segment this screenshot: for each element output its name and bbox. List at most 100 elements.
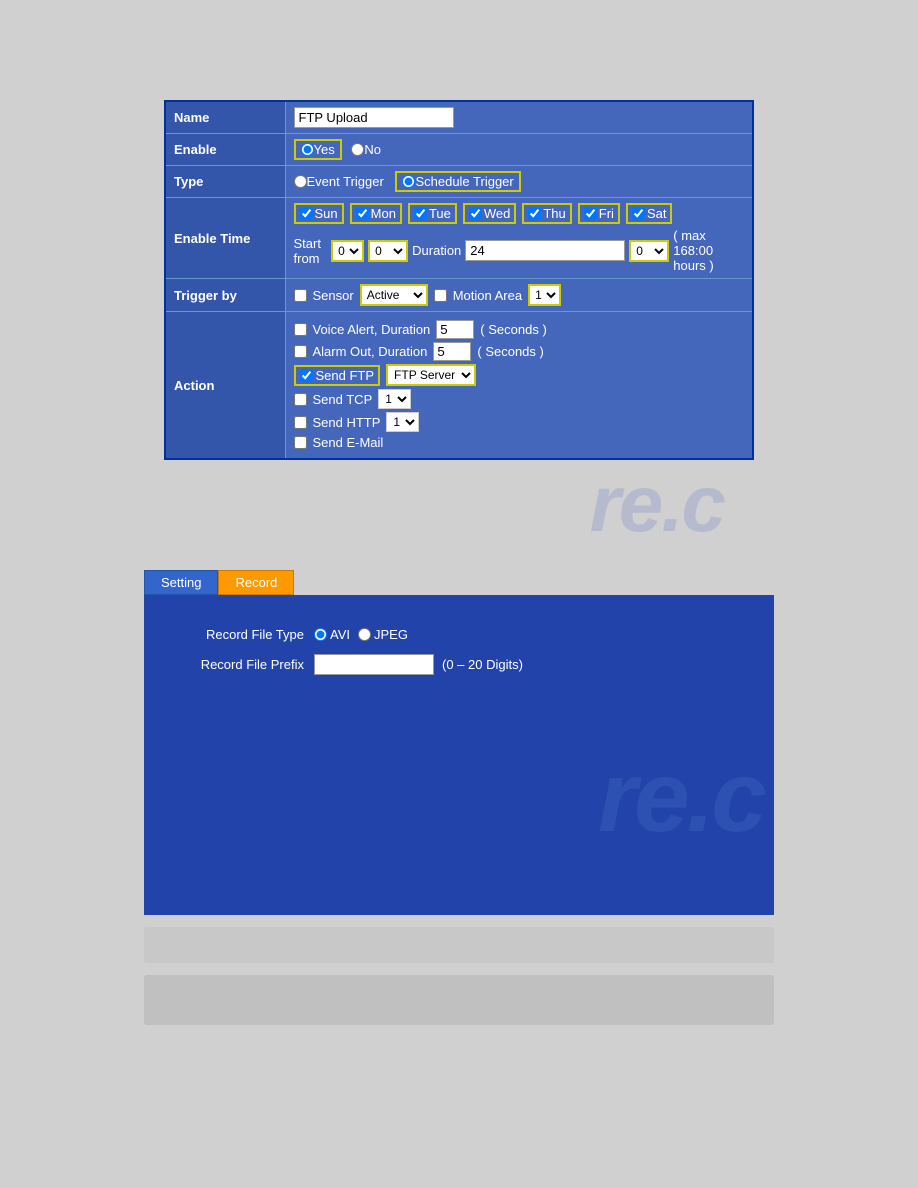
schedule-trigger-label: Schedule Trigger: [415, 174, 513, 189]
send-tcp-row: Send TCP 1: [294, 389, 745, 409]
tab-setting[interactable]: Setting: [144, 570, 218, 595]
voice-duration-input[interactable]: [436, 320, 474, 339]
send-email-checkbox[interactable]: [294, 436, 307, 449]
tcp-select[interactable]: 1: [378, 389, 411, 409]
alarm-out-checkbox[interactable]: [294, 345, 307, 358]
start-from-label: Start from: [294, 236, 328, 266]
send-ftp-label: Send FTP: [316, 368, 375, 383]
jpeg-option[interactable]: JPEG: [358, 627, 408, 642]
gray-bar-2: [144, 975, 774, 1025]
tab-content: Record File Type AVI JPEG Record File Pr…: [144, 595, 774, 915]
enable-time-value-cell: Sun Mon Tue Wed Thu: [285, 198, 753, 279]
send-http-row: Send HTTP 1: [294, 412, 745, 432]
name-value-cell: [285, 101, 753, 134]
http-select[interactable]: 1: [386, 412, 419, 432]
type-value-cell: Event Trigger Schedule Trigger: [285, 166, 753, 198]
no-option[interactable]: No: [351, 142, 381, 157]
motion-area-text-label: Motion Area: [453, 288, 522, 303]
voice-alert-checkbox[interactable]: [294, 323, 307, 336]
duration-hours-input[interactable]: [465, 240, 625, 261]
gray-bar-1: [144, 927, 774, 963]
motion-area-checkbox[interactable]: [434, 289, 447, 302]
fri-checkbox[interactable]: [584, 207, 597, 220]
send-ftp-checkbox[interactable]: [300, 369, 313, 382]
event-trigger-option[interactable]: Event Trigger: [294, 174, 384, 189]
days-row: Sun Mon Tue Wed Thu: [294, 203, 745, 224]
send-tcp-checkbox[interactable]: [294, 393, 307, 406]
day-fri[interactable]: Fri: [578, 203, 620, 224]
sat-checkbox[interactable]: [632, 207, 645, 220]
max-label: ( max 168:00 hours ): [673, 228, 744, 273]
action-row: Action Voice Alert, Duration ( Seconds )…: [165, 312, 753, 460]
avi-label: AVI: [330, 627, 350, 642]
voice-alert-label: Voice Alert, Duration: [313, 322, 431, 337]
ftp-server-select[interactable]: FTP Server: [386, 364, 476, 386]
schedule-trigger-radio[interactable]: [402, 175, 415, 188]
day-sat[interactable]: Sat: [626, 203, 673, 224]
enable-label: Enable: [165, 134, 285, 166]
schedule-trigger-option[interactable]: Schedule Trigger: [395, 171, 520, 192]
tab-record[interactable]: Record: [218, 570, 294, 595]
day-wed[interactable]: Wed: [463, 203, 517, 224]
enable-row: Enable Yes No: [165, 134, 753, 166]
sensor-select[interactable]: Active Inactive: [360, 284, 428, 306]
jpeg-label: JPEG: [374, 627, 408, 642]
thu-checkbox[interactable]: [528, 207, 541, 220]
day-thu[interactable]: Thu: [522, 203, 571, 224]
sensor-text-label: Sensor: [313, 288, 354, 303]
wed-label: Wed: [484, 206, 511, 221]
trigger-row: Trigger by Sensor Active Inactive Motion…: [165, 279, 753, 312]
jpeg-radio[interactable]: [358, 628, 371, 641]
avi-option[interactable]: AVI: [314, 627, 350, 642]
send-ftp-row: Send FTP FTP Server: [294, 364, 745, 386]
duration-minutes-select[interactable]: 0153045: [629, 240, 669, 262]
yes-radio[interactable]: [301, 143, 314, 156]
action-value-cell: Voice Alert, Duration ( Seconds ) Alarm …: [285, 312, 753, 460]
day-tue[interactable]: Tue: [408, 203, 457, 224]
bottom-section: Setting Record Record File Type AVI JPEG…: [144, 570, 774, 915]
alarm-duration-input[interactable]: [433, 342, 471, 361]
prefix-hint: (0 – 20 Digits): [442, 657, 523, 672]
alarm-out-label: Alarm Out, Duration: [313, 344, 428, 359]
day-sun[interactable]: Sun: [294, 203, 344, 224]
wed-checkbox[interactable]: [469, 207, 482, 220]
sat-label: Sat: [647, 206, 667, 221]
sensor-checkbox[interactable]: [294, 289, 307, 302]
tabs-bar: Setting Record: [144, 570, 774, 595]
start-hour-select[interactable]: 012: [331, 240, 364, 262]
yes-option[interactable]: Yes: [294, 139, 342, 160]
tue-checkbox[interactable]: [414, 207, 427, 220]
alarm-unit-label: ( Seconds ): [477, 344, 543, 359]
no-radio[interactable]: [351, 143, 364, 156]
voice-alert-row: Voice Alert, Duration ( Seconds ): [294, 320, 745, 339]
avi-radio[interactable]: [314, 628, 327, 641]
motion-area-select[interactable]: 123: [528, 284, 561, 306]
enable-value-cell: Yes No: [285, 134, 753, 166]
sun-checkbox[interactable]: [300, 207, 313, 220]
send-email-row: Send E-Mail: [294, 435, 745, 450]
send-tcp-label: Send TCP: [313, 392, 373, 407]
trigger-value-cell: Sensor Active Inactive Motion Area 123: [285, 279, 753, 312]
watermark-text: re.c: [590, 458, 724, 550]
mon-checkbox[interactable]: [356, 207, 369, 220]
trigger-label: Trigger by: [165, 279, 285, 312]
bottom-watermark: re.c: [598, 740, 764, 855]
send-http-checkbox[interactable]: [294, 416, 307, 429]
record-prefix-input[interactable]: [314, 654, 434, 675]
thu-label: Thu: [543, 206, 565, 221]
ftp-upload-table: Name Enable Yes No Type Event Trigger: [164, 100, 754, 460]
yes-label: Yes: [314, 142, 335, 157]
tue-label: Tue: [429, 206, 451, 221]
voice-unit-label: ( Seconds ): [480, 322, 546, 337]
start-row: Start from 012 0153045 Duration 0153045 …: [294, 228, 745, 273]
event-trigger-radio[interactable]: [294, 175, 307, 188]
name-input[interactable]: [294, 107, 454, 128]
mon-label: Mon: [371, 206, 396, 221]
fri-label: Fri: [599, 206, 614, 221]
event-trigger-label: Event Trigger: [307, 174, 384, 189]
day-mon[interactable]: Mon: [350, 203, 402, 224]
record-file-type-value: AVI JPEG: [314, 627, 408, 642]
enable-time-label: Enable Time: [165, 198, 285, 279]
name-row: Name: [165, 101, 753, 134]
start-minute-select[interactable]: 0153045: [368, 240, 408, 262]
